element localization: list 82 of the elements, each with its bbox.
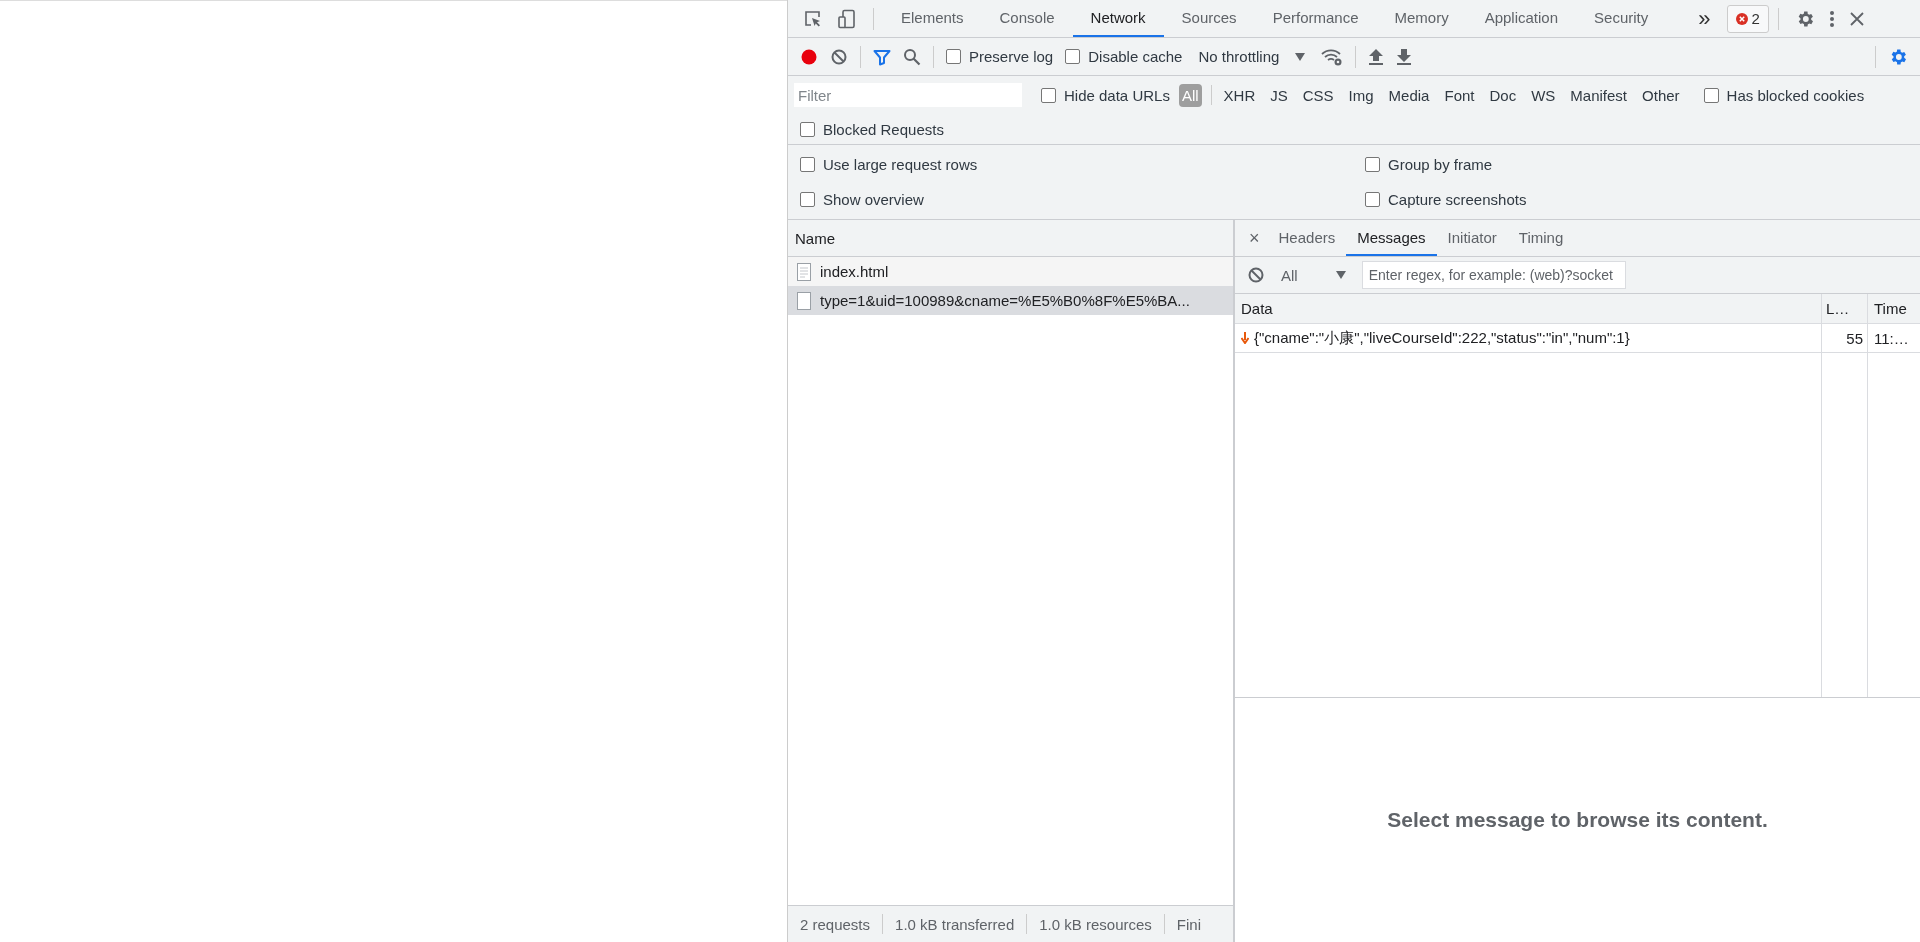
checkbox[interactable] [1365, 157, 1380, 172]
detail-tab[interactable]: Initiator [1436, 220, 1508, 256]
type-filter-button[interactable]: JS [1267, 83, 1291, 107]
caret-icon [1335, 271, 1346, 279]
filter-input[interactable]: Filter [794, 83, 1022, 107]
type-filter-button[interactable]: WS [1528, 83, 1559, 107]
type-filter-button[interactable]: Img [1345, 83, 1377, 107]
column-header[interactable]: L… [1822, 294, 1868, 323]
type-filter-button[interactable]: Media [1385, 83, 1433, 107]
clear-icon[interactable] [830, 47, 848, 66]
message-time: 11:… [1873, 328, 1910, 349]
message-type-dropdown[interactable]: All [1277, 266, 1350, 284]
type-filter-button[interactable]: CSS [1299, 83, 1337, 107]
caret-icon [1295, 52, 1306, 61]
panel-tab[interactable]: Memory [1376, 0, 1467, 37]
empty-message: Select message to browse its content. [1387, 808, 1768, 832]
type-filter-button[interactable]: XHR [1220, 83, 1259, 107]
checkbox-option[interactable]: Group by frame [1365, 156, 1908, 173]
message-text: {"cname":"小康","liveCourseId":222,"status":"in","num":1} [1254, 328, 1630, 348]
panel-tab[interactable]: Console [981, 0, 1073, 37]
file-icon [797, 291, 811, 310]
down-arrow-icon [1241, 332, 1249, 344]
request-name: index.html [820, 263, 889, 280]
inspect-icon[interactable] [803, 8, 823, 29]
panel-tab[interactable]: Network [1072, 0, 1164, 37]
device-icon[interactable] [837, 8, 857, 29]
close-button[interactable]: × [1241, 227, 1268, 249]
checkbox[interactable] [1703, 87, 1719, 103]
filter-icon[interactable] [873, 47, 891, 66]
checkbox-option[interactable]: Disable cache [1065, 48, 1183, 65]
type-filter-button[interactable]: Font [1441, 83, 1478, 107]
clear-icon[interactable] [1247, 266, 1265, 284]
checkbox[interactable] [800, 192, 815, 207]
panel-tab[interactable]: Performance [1254, 0, 1377, 37]
type-filter-button[interactable]: Doc [1486, 83, 1520, 107]
checkbox[interactable] [946, 49, 961, 64]
column-header[interactable]: Time [1868, 294, 1920, 323]
status-text: 1.0 kB transferred [895, 915, 1015, 933]
detail-tab[interactable]: Timing [1507, 220, 1575, 256]
more-tabs-button[interactable]: » [1692, 5, 1717, 32]
wifi-gear-icon[interactable] [1321, 47, 1344, 66]
checkbox-option[interactable]: Show overview [800, 191, 1365, 208]
status-text: Fini [1176, 915, 1201, 933]
document-icon [797, 262, 811, 281]
menu-icon[interactable] [1828, 8, 1835, 29]
request-row[interactable]: type=1&uid=100989&cname=%E5%B0%8F%E5%BA... [788, 286, 1233, 315]
status-text: 1.0 kB resources [1039, 915, 1152, 933]
request-name: type=1&uid=100989&cname=%E5%B0%8F%E5%BA... [820, 292, 1190, 309]
panel-tab[interactable]: Elements [883, 0, 982, 37]
panel-tab[interactable]: Application [1466, 0, 1577, 37]
checkbox-option[interactable]: Preserve log [946, 48, 1054, 65]
checkbox[interactable] [800, 157, 815, 172]
type-filter-button[interactable]: Other [1639, 83, 1683, 107]
checkbox[interactable] [1041, 87, 1056, 103]
checkbox-option[interactable]: Hide data URLs [1041, 86, 1170, 104]
type-filter-button[interactable]: Manifest [1567, 83, 1631, 107]
download-icon[interactable] [1396, 47, 1413, 66]
checkbox[interactable] [800, 121, 815, 137]
checkbox-option[interactable]: Blocked Requests [800, 120, 944, 138]
column-header[interactable]: Name [788, 220, 1233, 257]
close-icon[interactable] [1848, 10, 1865, 27]
checkbox[interactable] [1365, 192, 1380, 207]
regex-input[interactable]: Enter regex, for example: (web)?socket [1361, 261, 1626, 289]
panel-tab[interactable]: Sources [1163, 0, 1255, 37]
message-data[interactable]: {"cname":"小康","liveCourseId":222,"status":"in","num":1} [1235, 324, 1822, 352]
column-header[interactable]: Data [1235, 294, 1822, 323]
throttling-dropdown[interactable]: No throttling [1194, 48, 1310, 65]
error-badge[interactable]: 2 [1726, 4, 1769, 33]
record-icon[interactable] [800, 47, 818, 66]
search-icon[interactable] [903, 47, 921, 66]
status-text: 2 requests [800, 915, 871, 933]
request-row[interactable]: index.html [788, 257, 1233, 286]
checkbox-option[interactable]: Use large request rows [800, 156, 1365, 173]
error-count: 2 [1751, 10, 1760, 27]
detail-tab[interactable]: Headers [1267, 220, 1347, 256]
checkbox[interactable] [1065, 49, 1081, 64]
panel-tab[interactable]: Security [1576, 0, 1667, 37]
message-length: 55 [1822, 324, 1868, 352]
checkbox-option[interactable]: Has blocked cookies [1703, 86, 1865, 104]
checkbox-option[interactable]: Capture screenshots [1365, 191, 1908, 208]
error-icon [1735, 12, 1748, 25]
upload-icon[interactable] [1368, 47, 1385, 66]
